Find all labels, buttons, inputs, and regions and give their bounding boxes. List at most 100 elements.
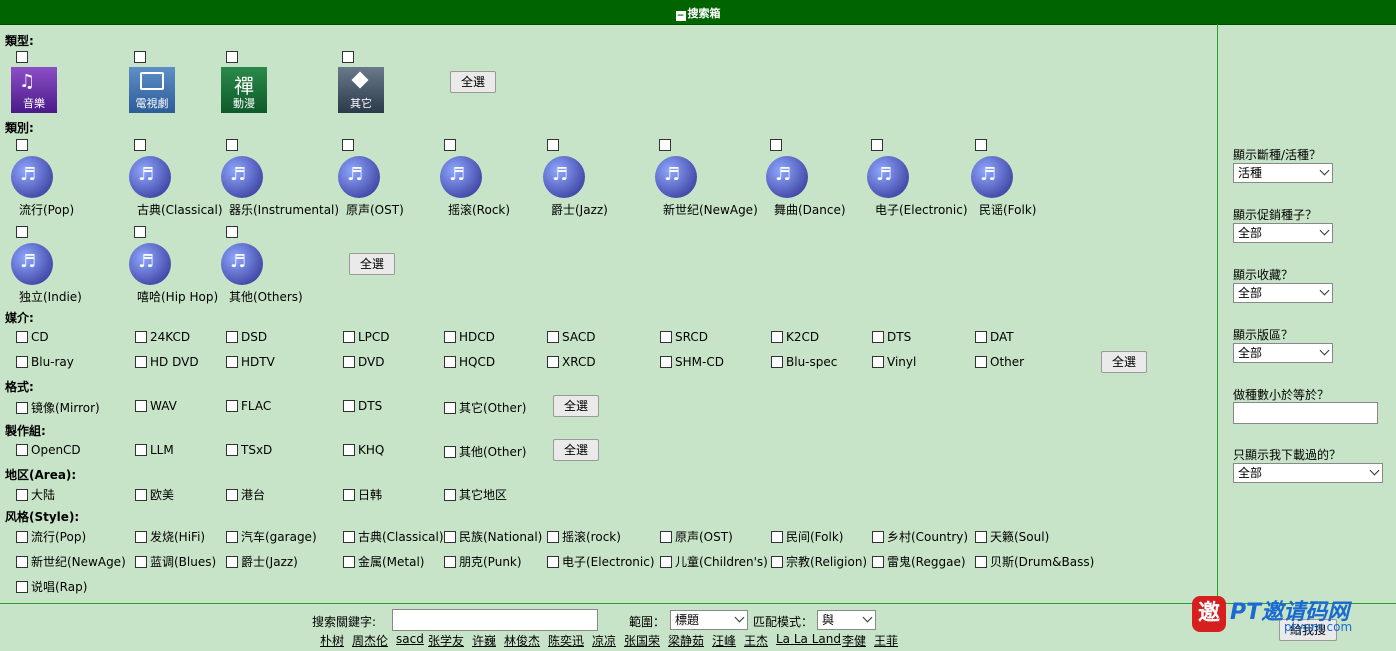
option-checkbox[interactable]: 天籁(Soul) [975, 528, 1049, 545]
category-music-disc-icon[interactable]: ♬ [129, 243, 171, 285]
scope-select[interactable]: 標題 [670, 610, 748, 630]
category-music-disc-icon[interactable]: ♬ [221, 156, 263, 198]
hot-keyword-link[interactable]: 张学友 [428, 632, 464, 649]
seeders-input[interactable] [1233, 402, 1378, 424]
category-checkbox[interactable] [226, 139, 238, 151]
category-checkbox[interactable] [444, 139, 456, 151]
checkbox-box[interactable] [343, 444, 355, 456]
checkbox-box[interactable] [872, 531, 884, 543]
collapse-icon[interactable]: − [675, 11, 686, 21]
new-torrent-select[interactable]: 活種 [1233, 163, 1333, 183]
category-music-disc-icon[interactable]: ♬ [766, 156, 808, 198]
option-checkbox[interactable]: 说唱(Rap) [16, 578, 87, 595]
checkbox-box[interactable] [226, 556, 238, 568]
checkbox-box[interactable] [135, 556, 147, 568]
option-checkbox[interactable]: 港台 [226, 486, 265, 503]
option-checkbox[interactable]: DTS [872, 330, 911, 344]
match-select[interactable]: 與 [817, 610, 876, 630]
option-checkbox[interactable]: HDCD [444, 330, 495, 344]
type-tv-checkbox[interactable] [134, 51, 146, 63]
option-checkbox[interactable]: 雷鬼(Reggae) [872, 553, 966, 570]
option-checkbox[interactable]: HQCD [444, 355, 495, 369]
checkbox-box[interactable] [16, 556, 28, 568]
option-checkbox[interactable]: 爵士(Jazz) [226, 553, 298, 570]
option-checkbox[interactable]: 镜像(Mirror) [16, 399, 100, 416]
option-checkbox[interactable]: 宗教(Religion) [771, 553, 867, 570]
hot-keyword-link[interactable]: 朴树 [320, 632, 344, 649]
option-checkbox[interactable]: 原声(OST) [660, 528, 733, 545]
option-checkbox[interactable]: 朋克(Punk) [444, 553, 522, 570]
checkbox-box[interactable] [444, 402, 456, 414]
checkbox-box[interactable] [226, 400, 238, 412]
option-checkbox[interactable]: 汽车(garage) [226, 528, 317, 545]
hot-keyword-link[interactable]: 梁静茹 [668, 632, 704, 649]
category-checkbox[interactable] [342, 139, 354, 151]
option-checkbox[interactable]: 摇滚(rock) [547, 528, 621, 545]
option-checkbox[interactable]: 民族(National) [444, 528, 542, 545]
category-music-disc-icon[interactable]: ♬ [655, 156, 697, 198]
checkbox-box[interactable] [343, 531, 355, 543]
category-music-disc-icon[interactable]: ♬ [338, 156, 380, 198]
checkbox-box[interactable] [444, 356, 456, 368]
category-checkbox[interactable] [226, 226, 238, 238]
option-checkbox[interactable]: 民间(Folk) [771, 528, 843, 545]
option-checkbox[interactable]: 蓝调(Blues) [135, 553, 216, 570]
category-checkbox[interactable] [16, 139, 28, 151]
checkbox-box[interactable] [226, 531, 238, 543]
checkbox-box[interactable] [660, 556, 672, 568]
option-checkbox[interactable]: DVD [343, 355, 384, 369]
hot-keyword-link[interactable]: 李健 [842, 632, 866, 649]
checkbox-box[interactable] [444, 489, 456, 501]
option-checkbox[interactable]: 日韩 [343, 486, 382, 503]
option-checkbox[interactable]: Vinyl [872, 355, 916, 369]
hot-keyword-link[interactable]: 张国荣 [624, 632, 660, 649]
option-checkbox[interactable]: Blu-spec [771, 355, 837, 369]
checkbox-box[interactable] [872, 556, 884, 568]
category-checkbox[interactable] [975, 139, 987, 151]
option-checkbox[interactable]: KHQ [343, 443, 384, 457]
type-anime-checkbox[interactable] [226, 51, 238, 63]
board-select[interactable]: 全部 [1233, 343, 1333, 363]
music-category-icon[interactable]: ♫ 音樂 [11, 67, 57, 113]
option-checkbox[interactable]: 金属(Metal) [343, 553, 425, 570]
checkbox-box[interactable] [135, 331, 147, 343]
category-checkbox[interactable] [770, 139, 782, 151]
checkbox-box[interactable] [872, 331, 884, 343]
checkbox-box[interactable] [343, 331, 355, 343]
promo-select[interactable]: 全部 [1233, 223, 1333, 243]
format-select-all-button[interactable]: 全選 [553, 395, 599, 417]
option-checkbox[interactable]: DSD [226, 330, 267, 344]
option-checkbox[interactable]: HDTV [226, 355, 275, 369]
option-checkbox[interactable]: 其它(Other) [444, 399, 526, 416]
option-checkbox[interactable]: Other [975, 355, 1024, 369]
checkbox-box[interactable] [660, 356, 672, 368]
category-music-disc-icon[interactable]: ♬ [867, 156, 909, 198]
checkbox-box[interactable] [444, 331, 456, 343]
anime-category-icon[interactable]: 禪 動漫 [221, 67, 267, 113]
option-checkbox[interactable]: 其他(Other) [444, 443, 526, 460]
option-checkbox[interactable]: 新世纪(NewAge) [16, 553, 126, 570]
option-checkbox[interactable]: CD [16, 330, 49, 344]
option-checkbox[interactable]: 流行(Pop) [16, 528, 86, 545]
category-music-disc-icon[interactable]: ♬ [11, 156, 53, 198]
checkbox-box[interactable] [343, 400, 355, 412]
category-music-disc-icon[interactable]: ♬ [971, 156, 1013, 198]
other-category-icon[interactable]: 其它 [338, 67, 384, 113]
category-select-all-button[interactable]: 全選 [349, 253, 395, 275]
checkbox-box[interactable] [660, 531, 672, 543]
checkbox-box[interactable] [135, 356, 147, 368]
checkbox-box[interactable] [547, 531, 559, 543]
keyword-input[interactable] [392, 609, 598, 631]
option-checkbox[interactable]: 古典(Classical) [343, 528, 444, 545]
option-checkbox[interactable]: K2CD [771, 330, 819, 344]
checkbox-box[interactable] [343, 356, 355, 368]
hot-keyword-link[interactable]: 汪峰 [712, 632, 736, 649]
option-checkbox[interactable]: SRCD [660, 330, 708, 344]
checkbox-box[interactable] [975, 331, 987, 343]
checkbox-box[interactable] [547, 331, 559, 343]
checkbox-box[interactable] [343, 556, 355, 568]
search-box-header[interactable]: − 搜索箱 [0, 0, 1396, 25]
option-checkbox[interactable]: 贝斯(Drum&Bass) [975, 553, 1094, 570]
category-checkbox[interactable] [659, 139, 671, 151]
checkbox-box[interactable] [444, 446, 456, 458]
